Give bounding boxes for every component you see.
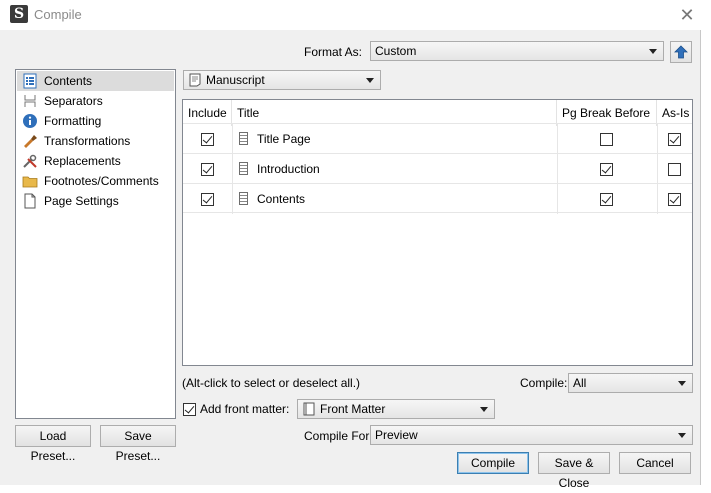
page-icon xyxy=(24,193,36,209)
tools-icon xyxy=(23,154,37,168)
front-matter-icon xyxy=(303,402,315,416)
folder-icon xyxy=(22,176,38,188)
document-icon xyxy=(239,192,248,205)
front-matter-select[interactable]: Front Matter xyxy=(297,399,495,419)
contents-table: Include Title Pg Break Before As-Is Titl… xyxy=(182,99,693,366)
add-front-matter-checkbox[interactable] xyxy=(183,403,196,416)
brush-icon xyxy=(24,135,37,148)
document-icon xyxy=(239,132,248,145)
table-row[interactable]: Contents xyxy=(183,183,692,214)
as-is-checkbox[interactable] xyxy=(668,163,681,176)
content-folder-value: Manuscript xyxy=(206,73,265,87)
sidebar-item-separators[interactable]: Separators xyxy=(17,91,174,111)
compile-for-select[interactable]: Preview xyxy=(370,425,693,445)
info-icon xyxy=(23,114,37,128)
list-icon xyxy=(23,73,37,89)
compile-filter-select[interactable]: All xyxy=(568,373,693,393)
sidebar-item-label: Contents xyxy=(44,74,93,88)
pg-break-checkbox[interactable] xyxy=(600,133,613,146)
separator-icon xyxy=(24,95,36,107)
chevron-down-icon xyxy=(366,78,374,83)
document-icon xyxy=(239,162,248,175)
compile-filter-label: Compile: xyxy=(520,376,568,390)
load-preset-button[interactable]: Load Preset... xyxy=(15,425,91,463)
table-row[interactable]: Title Page xyxy=(183,123,692,154)
table-row[interactable]: Introduction xyxy=(183,153,692,184)
compile-for-value: Preview xyxy=(375,428,418,442)
include-checkbox[interactable] xyxy=(201,193,214,206)
format-as-select[interactable]: Custom xyxy=(370,41,664,61)
window-title: Compile xyxy=(34,7,82,22)
format-action-button[interactable] xyxy=(670,41,692,63)
chevron-down-icon xyxy=(678,433,686,438)
pg-break-checkbox[interactable] xyxy=(600,163,613,176)
compile-sidebar: Contents Separators Formatting Transform… xyxy=(15,69,176,419)
arrow-up-icon xyxy=(674,45,688,59)
sidebar-item-contents[interactable]: Contents xyxy=(17,71,174,91)
as-is-checkbox[interactable] xyxy=(668,193,681,206)
pg-break-checkbox[interactable] xyxy=(600,193,613,206)
chevron-down-icon xyxy=(649,49,657,54)
include-checkbox[interactable] xyxy=(201,163,214,176)
sidebar-item-replacements[interactable]: Replacements xyxy=(17,151,174,171)
manuscript-icon xyxy=(189,73,201,87)
scrivener-app-icon: S xyxy=(10,5,28,23)
row-title: Introduction xyxy=(257,162,320,176)
content-folder-select[interactable]: Manuscript xyxy=(183,70,381,90)
sidebar-item-label: Page Settings xyxy=(44,194,119,208)
sidebar-item-label: Separators xyxy=(44,94,103,108)
save-close-button[interactable]: Save & Close xyxy=(538,452,610,490)
row-title: Title Page xyxy=(257,132,311,146)
front-matter-value: Front Matter xyxy=(320,402,386,416)
compile-filter-value: All xyxy=(573,376,587,390)
sidebar-item-transformations[interactable]: Transformations xyxy=(17,131,174,151)
selection-hint: (Alt-click to select or deselect all.) xyxy=(182,376,361,390)
compile-for-label: Compile For: xyxy=(304,429,373,443)
sidebar-item-label: Replacements xyxy=(44,154,121,168)
chevron-down-icon xyxy=(678,381,686,386)
add-front-matter-label: Add front matter: xyxy=(200,402,290,416)
sidebar-item-label: Formatting xyxy=(44,114,102,128)
include-checkbox[interactable] xyxy=(201,133,214,146)
row-title: Contents xyxy=(257,192,306,206)
sidebar-item-page-settings[interactable]: Page Settings xyxy=(17,191,174,211)
close-button[interactable]: ✕ xyxy=(676,4,698,26)
compile-dialog: S Compile ✕ Format As: Custom Contents S… xyxy=(0,0,701,490)
save-preset-button[interactable]: Save Preset... xyxy=(100,425,176,463)
sidebar-item-formatting[interactable]: Formatting xyxy=(17,111,174,131)
as-is-checkbox[interactable] xyxy=(668,133,681,146)
sidebar-item-label: Transformations xyxy=(44,134,131,148)
cancel-button[interactable]: Cancel xyxy=(619,452,691,474)
format-as-label: Format As: xyxy=(304,45,363,59)
background-editor-strip xyxy=(701,0,711,485)
sidebar-item-footnotes-comments[interactable]: Footnotes/Comments xyxy=(17,171,174,191)
chevron-down-icon xyxy=(480,407,488,412)
sidebar-item-label: Footnotes/Comments xyxy=(44,174,159,188)
compile-button[interactable]: Compile xyxy=(457,452,529,474)
title-bar: S Compile ✕ xyxy=(0,0,701,30)
format-as-value: Custom xyxy=(375,44,417,58)
